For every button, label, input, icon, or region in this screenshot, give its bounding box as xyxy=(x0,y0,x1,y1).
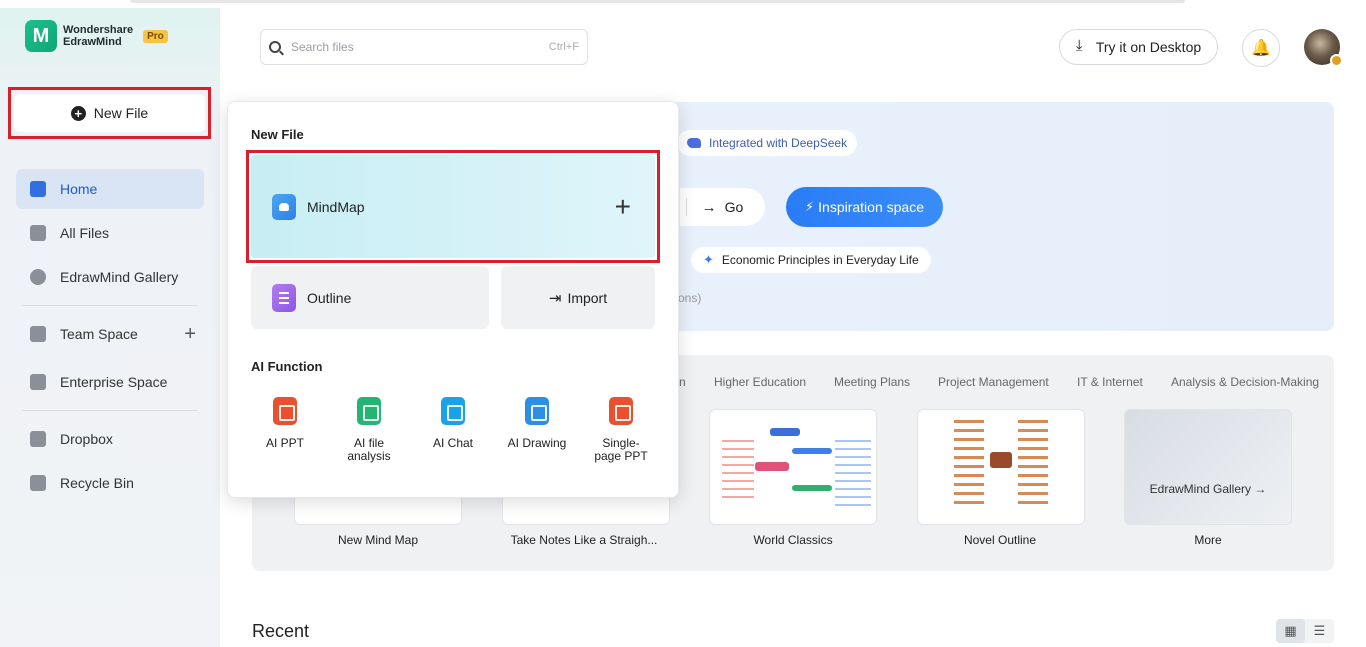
sparkle-icon: ✦ xyxy=(703,252,714,267)
dropbox-icon xyxy=(30,431,46,447)
card-label: World Classics xyxy=(753,533,833,547)
category-tab[interactable]: IT & Internet xyxy=(1077,375,1143,389)
new-outline-button[interactable]: Outline xyxy=(251,266,489,329)
add-team-icon[interactable]: + xyxy=(184,323,196,346)
sidebar-divider xyxy=(22,305,197,306)
template-card-more[interactable]: EdrawMind Gallery → xyxy=(1124,409,1292,525)
ai-file-analysis-button[interactable]: AI file analysis xyxy=(333,397,405,463)
trash-icon xyxy=(30,475,46,491)
grid-view-icon[interactable]: ▦ xyxy=(1276,619,1305,643)
ai-drawing-button[interactable]: AI Drawing xyxy=(501,397,573,450)
new-mindmap-button[interactable]: MindMap + xyxy=(251,155,655,258)
arrow-right-icon: → xyxy=(1254,482,1267,496)
edrawmind-logo-icon: M xyxy=(25,20,57,52)
arrow-right-icon: → xyxy=(701,198,717,216)
search-shortcut: Ctrl+F xyxy=(548,41,579,53)
plus-circle-icon: + xyxy=(70,105,86,121)
gallery-icon xyxy=(30,269,46,285)
deepseek-icon xyxy=(687,138,701,148)
card-label: Take Notes Like a Straigh... xyxy=(510,533,658,547)
list-view-icon[interactable]: ☰ xyxy=(1305,619,1334,643)
vip-badge-icon xyxy=(1330,54,1343,67)
search-box[interactable]: Ctrl+F xyxy=(260,29,588,65)
category-tab[interactable]: Analysis & Decision-Making xyxy=(1171,375,1319,389)
sidebar-divider xyxy=(22,410,197,411)
file-analysis-icon xyxy=(357,397,381,425)
sidebar-item-recycle-bin[interactable]: Recycle Bin xyxy=(16,463,204,503)
ppt-icon xyxy=(273,397,297,425)
category-tab[interactable]: n xyxy=(679,375,686,389)
app-logo[interactable]: M Wondershare EdrawMind Pro xyxy=(25,20,168,52)
single-page-ppt-button[interactable]: Single- page PPT xyxy=(585,397,657,463)
sidebar-item-dropbox[interactable]: Dropbox xyxy=(16,419,204,459)
suggestion-chip[interactable]: ✦ Economic Principles in Everyday Life xyxy=(691,247,931,273)
chat-icon xyxy=(441,397,465,425)
browser-edge xyxy=(0,0,1366,8)
building-icon xyxy=(30,374,46,390)
gallery-link-text: EdrawMind Gallery xyxy=(1149,482,1252,496)
ppt-icon xyxy=(609,397,633,425)
popup-title: New File xyxy=(251,127,304,142)
template-card-novel-outline[interactable] xyxy=(917,409,1085,525)
home-icon xyxy=(30,181,46,197)
sidebar-item-all-files[interactable]: All Files xyxy=(16,213,204,253)
brand-name: Wondershare EdrawMind xyxy=(63,24,134,48)
sidebar-item-enterprise-space[interactable]: Enterprise Space xyxy=(16,362,204,402)
import-icon: ⇥ xyxy=(548,289,562,307)
outline-icon xyxy=(272,283,296,312)
team-icon xyxy=(30,326,46,342)
hero-hint-text: ons) xyxy=(678,291,702,305)
category-tab[interactable]: Project Management xyxy=(938,375,1049,389)
ai-function-heading: AI Function xyxy=(251,359,323,374)
category-tab[interactable]: Meeting Plans xyxy=(834,375,910,389)
notification-bell-icon[interactable]: 🔔 xyxy=(1242,29,1280,67)
template-card-world-classics[interactable] xyxy=(709,409,877,525)
sidebar-item-team-space[interactable]: Team Space + xyxy=(16,314,204,354)
plus-icon: + xyxy=(614,190,631,222)
search-icon xyxy=(269,41,281,53)
go-button[interactable]: → Go xyxy=(680,188,765,226)
bolt-icon: ⚡ xyxy=(805,199,815,214)
download-icon xyxy=(1076,37,1090,54)
drawing-icon xyxy=(525,397,549,425)
deepseek-tag: Integrated with DeepSeek xyxy=(677,130,858,156)
sidebar-item-home[interactable]: Home xyxy=(16,169,204,209)
mindmap-icon xyxy=(272,193,296,220)
view-toggle: ▦ ☰ xyxy=(1276,619,1334,643)
category-tab[interactable]: Higher Education xyxy=(714,375,806,389)
search-input[interactable] xyxy=(291,40,549,54)
inspiration-space-button[interactable]: ⚡ Inspiration space xyxy=(786,187,943,227)
new-file-button[interactable]: + New File xyxy=(14,94,205,132)
pro-badge: Pro xyxy=(143,29,168,43)
card-label: New Mind Map xyxy=(337,533,419,547)
card-label: More xyxy=(1194,533,1222,547)
file-icon xyxy=(30,225,46,241)
card-label: Novel Outline xyxy=(963,533,1037,547)
sidebar-item-gallery[interactable]: EdrawMind Gallery xyxy=(16,257,204,297)
ai-chat-button[interactable]: AI Chat xyxy=(417,397,489,450)
new-file-label: New File xyxy=(93,105,149,121)
import-button[interactable]: ⇥ Import xyxy=(501,266,655,329)
ai-ppt-button[interactable]: AI PPT xyxy=(249,397,321,450)
recent-heading: Recent xyxy=(252,621,310,641)
try-desktop-button[interactable]: Try it on Desktop xyxy=(1059,29,1218,65)
